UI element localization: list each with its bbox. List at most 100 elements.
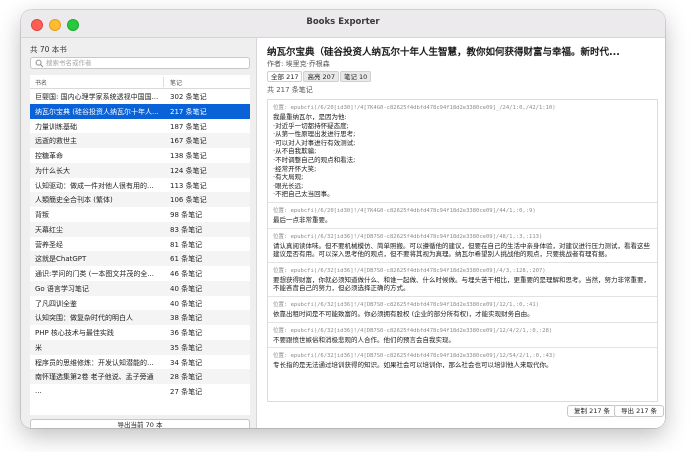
note-item[interactable]: 位置: epubcfi(/6/32[id36]!/4[DB7S0-c82625f… [268, 348, 657, 373]
book-note-count: 38 条笔记 [170, 314, 203, 323]
book-name: 力量训练基础 [35, 122, 77, 131]
book-name: PHP 核心技术与最佳实践 [35, 329, 114, 337]
column-header-name[interactable]: 书名 [35, 78, 47, 87]
book-row[interactable]: 了凡四训全鉴 40 条笔记 [30, 296, 250, 311]
book-row[interactable]: 程序员的思维修炼：开发认知潜能的... 34 条笔记 [30, 355, 250, 370]
book-row[interactable]: 南怀瑾选集第2卷 老子他说、孟子旁通 28 条笔记 [30, 369, 250, 384]
book-note-count: 28 条笔记 [170, 373, 203, 382]
title-bar: Books Exporter [21, 10, 665, 38]
book-row[interactable]: 认知突围：做复杂时代的明白人 38 条笔记 [30, 310, 250, 325]
book-table-header: 书名 笔记 [30, 75, 250, 89]
book-name: 控糖革命 [35, 152, 63, 160]
note-item[interactable]: 位置: epubcfi(/6/32[id36]!/4[DB7S0-c82625f… [268, 323, 657, 348]
note-item[interactable]: 位置: epubcfi(/6/32[id36]!/4[DB7S0-c82625f… [268, 229, 657, 262]
search-icon [35, 59, 44, 68]
book-row[interactable]: 人類簡史全合刊本 (繁体) 106 条笔记 [30, 192, 250, 207]
note-location: 位置: epubcfi(/6/32[id36]!/4[DB7S0-c82625f… [273, 327, 553, 334]
tab-highlights[interactable]: 高亮 207 [303, 71, 339, 82]
book-row[interactable]: 力量训练基础 187 条笔记 [30, 119, 250, 134]
note-location: 位置: epubcfi(/6/20[id30]!/4[7K4G0-c82625f… [273, 207, 536, 214]
book-name: 认知突围：做复杂时代的明白人 [35, 314, 133, 323]
book-row[interactable]: 控糖革命 138 条笔记 [30, 148, 250, 163]
note-location: 位置: epubcfi(/6/32[id36]!/4[DB7S0-c82625f… [273, 301, 539, 308]
note-location: 位置: epubcfi(/6/20[id30]!/4[7K4G0-c82625f… [273, 105, 556, 111]
book-note-count: 83 条笔记 [170, 225, 203, 234]
tab-all[interactable]: 全部 217 [267, 71, 303, 82]
book-note-count: 40 条笔记 [170, 299, 203, 308]
book-name: 了凡四训全鉴 [35, 299, 77, 308]
book-note-count: 35 条笔记 [170, 343, 203, 352]
book-name: 这就是ChatGPT [35, 255, 87, 264]
book-note-count: 61 条笔记 [170, 255, 203, 264]
note-text: 我最重纳瓦尔，是因为他: ·对近乎一切都持怀疑态度; ·从第一性原理出发进行思考… [273, 113, 356, 199]
column-header-notes[interactable]: 笔记 [170, 78, 182, 87]
export-all-books-button[interactable]: 导出当前 70 本 [30, 419, 250, 428]
note-location: 位置: epubcfi(/6/32[id36]!/4[DB7S0-c82625f… [273, 267, 546, 274]
note-text: 要想获得财富，你就必须知道做什么、和谁一起做、什么时候做。与埋头苦干相比，更重要… [273, 275, 650, 293]
book-count: 共 70 本书 [30, 45, 67, 54]
book-name: 背叛 [35, 211, 49, 219]
filter-tabs: 全部 217 高亮 207 笔记 10 [267, 71, 372, 82]
book-note-count: 46 条笔记 [170, 270, 203, 278]
book-name: 为什么长大 [35, 166, 70, 175]
book-detail: 纳瓦尔宝典（硅谷投资人纳瓦尔十年人生智慧，教你如何获得财富与幸福。新时代... … [258, 38, 665, 428]
note-item[interactable]: 位置: epubcfi(/6/20[id30]!/4[7K4G0-c82625f… [268, 100, 657, 202]
book-row[interactable]: 为什么长大 124 条笔记 [30, 162, 250, 178]
book-note-count: 106 条笔记 [170, 196, 207, 205]
export-notes-button[interactable]: 导出 217 条 [614, 405, 665, 417]
book-note-count: 124 条笔记 [170, 166, 207, 175]
book-name: ... [35, 387, 42, 395]
book-note-count: 40 条笔记 [170, 284, 203, 293]
book-row[interactable]: 认知驱动：做成一件对他人很有用的... 113 条笔记 [30, 178, 250, 193]
book-name: Go 语言学习笔记 [35, 284, 89, 293]
book-name: 程序员的思维修炼：开发认知潜能的... [35, 358, 154, 367]
book-row[interactable]: 通识:学问的门类 (一本图文并茂的全... 46 条笔记 [30, 266, 250, 281]
book-note-count: 302 条笔记 [170, 93, 207, 101]
book-note-count: 36 条笔记 [170, 329, 203, 337]
book-row[interactable]: 这就是ChatGPT 61 条笔记 [30, 251, 250, 266]
search-box[interactable] [30, 57, 250, 69]
book-name: 南怀瑾选集第2卷 老子他说、孟子旁通 [35, 373, 154, 382]
copy-notes-button[interactable]: 复制 217 条 [567, 405, 618, 417]
book-row[interactable]: 营养圣经 81 条笔记 [30, 237, 250, 252]
note-item[interactable]: 位置: epubcfi(/6/32[id36]!/4[DB7S0-c82625f… [268, 263, 657, 296]
total-notes-count: 共 217 条笔记 [267, 86, 313, 94]
book-name: 人類簡史全合刊本 (繁体) [35, 196, 113, 205]
search-input[interactable] [46, 58, 246, 68]
app-window: Books Exporter 共 70 本书 书名 笔记 巨婴国: 国内心理学家… [21, 10, 665, 428]
book-row[interactable]: Go 语言学习笔记 40 条笔记 [30, 280, 250, 296]
note-text: 不要跟愤世嫉俗和消极悲观的人合作。他们的预言会自我实现。 [273, 335, 455, 344]
book-name: 米 [35, 343, 42, 352]
note-location: 位置: epubcfi(/6/32[id36]!/4[DB7S0-c82625f… [273, 233, 543, 240]
window-title: Books Exporter [306, 17, 380, 27]
book-name: 通识:学问的门类 (一本图文并茂的全... [35, 270, 154, 278]
note-item[interactable]: 位置: epubcfi(/6/20[id30]!/4[7K4G0-c82625f… [268, 203, 657, 228]
note-item[interactable]: 位置: epubcfi(/6/32[id36]!/4[DB7S0-c82625f… [268, 297, 657, 322]
book-row[interactable]: 米 35 条笔记 [30, 339, 250, 355]
tab-notes[interactable]: 笔记 10 [339, 71, 372, 82]
book-name: 营养圣经 [35, 240, 63, 249]
book-row[interactable]: PHP 核心技术与最佳实践 36 条笔记 [30, 325, 250, 340]
sidebar: 共 70 本书 书名 笔记 巨婴国: 国内心理学家系统透视中国国... 302 条… [21, 38, 257, 428]
book-list[interactable]: 巨婴国: 国内心理学家系统透视中国国... 302 条笔记 纳瓦尔宝典 (硅谷投资人… [30, 89, 250, 415]
book-note-count: 167 条笔记 [170, 137, 207, 146]
note-text: 请认真阅读体味。但不要机械模仿、简单照搬。可以遵循他的建议，但要在自己的生活中亲… [273, 241, 650, 259]
book-row[interactable]: 远逝的救世主 167 条笔记 [30, 133, 250, 148]
book-note-count: 138 条笔记 [170, 152, 207, 160]
book-title: 纳瓦尔宝典（硅谷投资人纳瓦尔十年人生智慧，教你如何获得财富与幸福。新时代... [267, 47, 620, 58]
book-row[interactable]: 巨婴国: 国内心理学家系统透视中国国... 302 条笔记 [30, 89, 250, 104]
book-note-count: 113 条笔记 [170, 181, 207, 190]
note-text: 最后一点非常重要。 [273, 215, 332, 224]
book-note-count: 81 条笔记 [170, 240, 203, 249]
book-author: 作者: 埃里克·乔根森 [267, 60, 330, 68]
book-row[interactable]: ... 27 条笔记 [30, 384, 250, 399]
book-row[interactable]: 天幕红尘 83 条笔记 [30, 221, 250, 237]
book-row[interactable]: 纳瓦尔宝典 (硅谷投资人纳瓦尔十年人... 217 条笔记 [30, 103, 250, 119]
book-name: 认知驱动：做成一件对他人很有用的... [35, 181, 154, 190]
book-note-count: 98 条笔记 [170, 211, 203, 219]
note-location: 位置: epubcfi(/6/32[id36]!/4[DB7S0-c82625f… [273, 353, 556, 360]
book-row[interactable]: 背叛 98 条笔记 [30, 207, 250, 222]
column-divider [163, 77, 164, 87]
notes-list[interactable]: 位置: epubcfi(/6/20[id30]!/4[7K4G0-c82625f… [267, 99, 658, 402]
note-text: 依靠出租时间是不可能致富的。你必须拥有股权 (企业的部分所有权)，才能实现财务自… [273, 309, 534, 318]
